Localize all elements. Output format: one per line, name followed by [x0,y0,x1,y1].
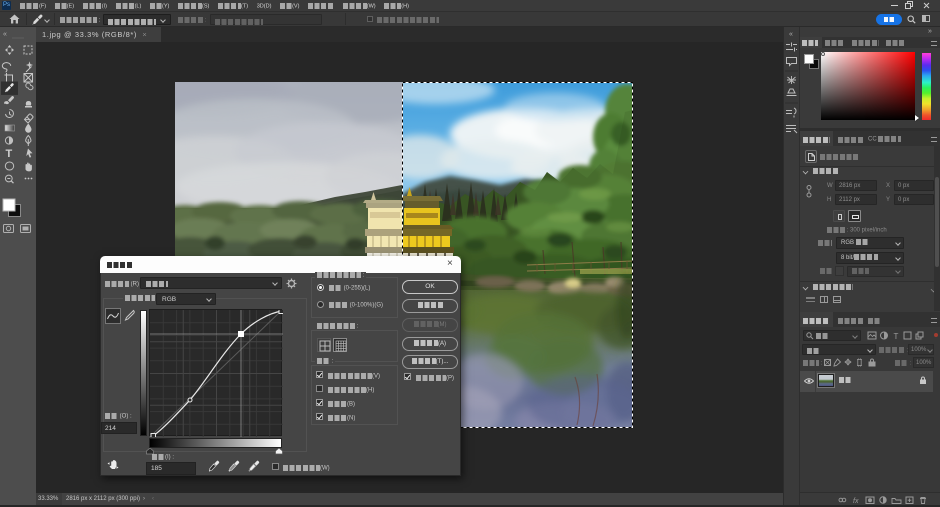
svg-text:fx: fx [853,498,859,504]
svg-text:T: T [894,332,899,340]
svg-text:«: « [3,31,7,38]
svg-text:T: T [6,148,13,160]
svg-text:«: « [789,31,793,38]
